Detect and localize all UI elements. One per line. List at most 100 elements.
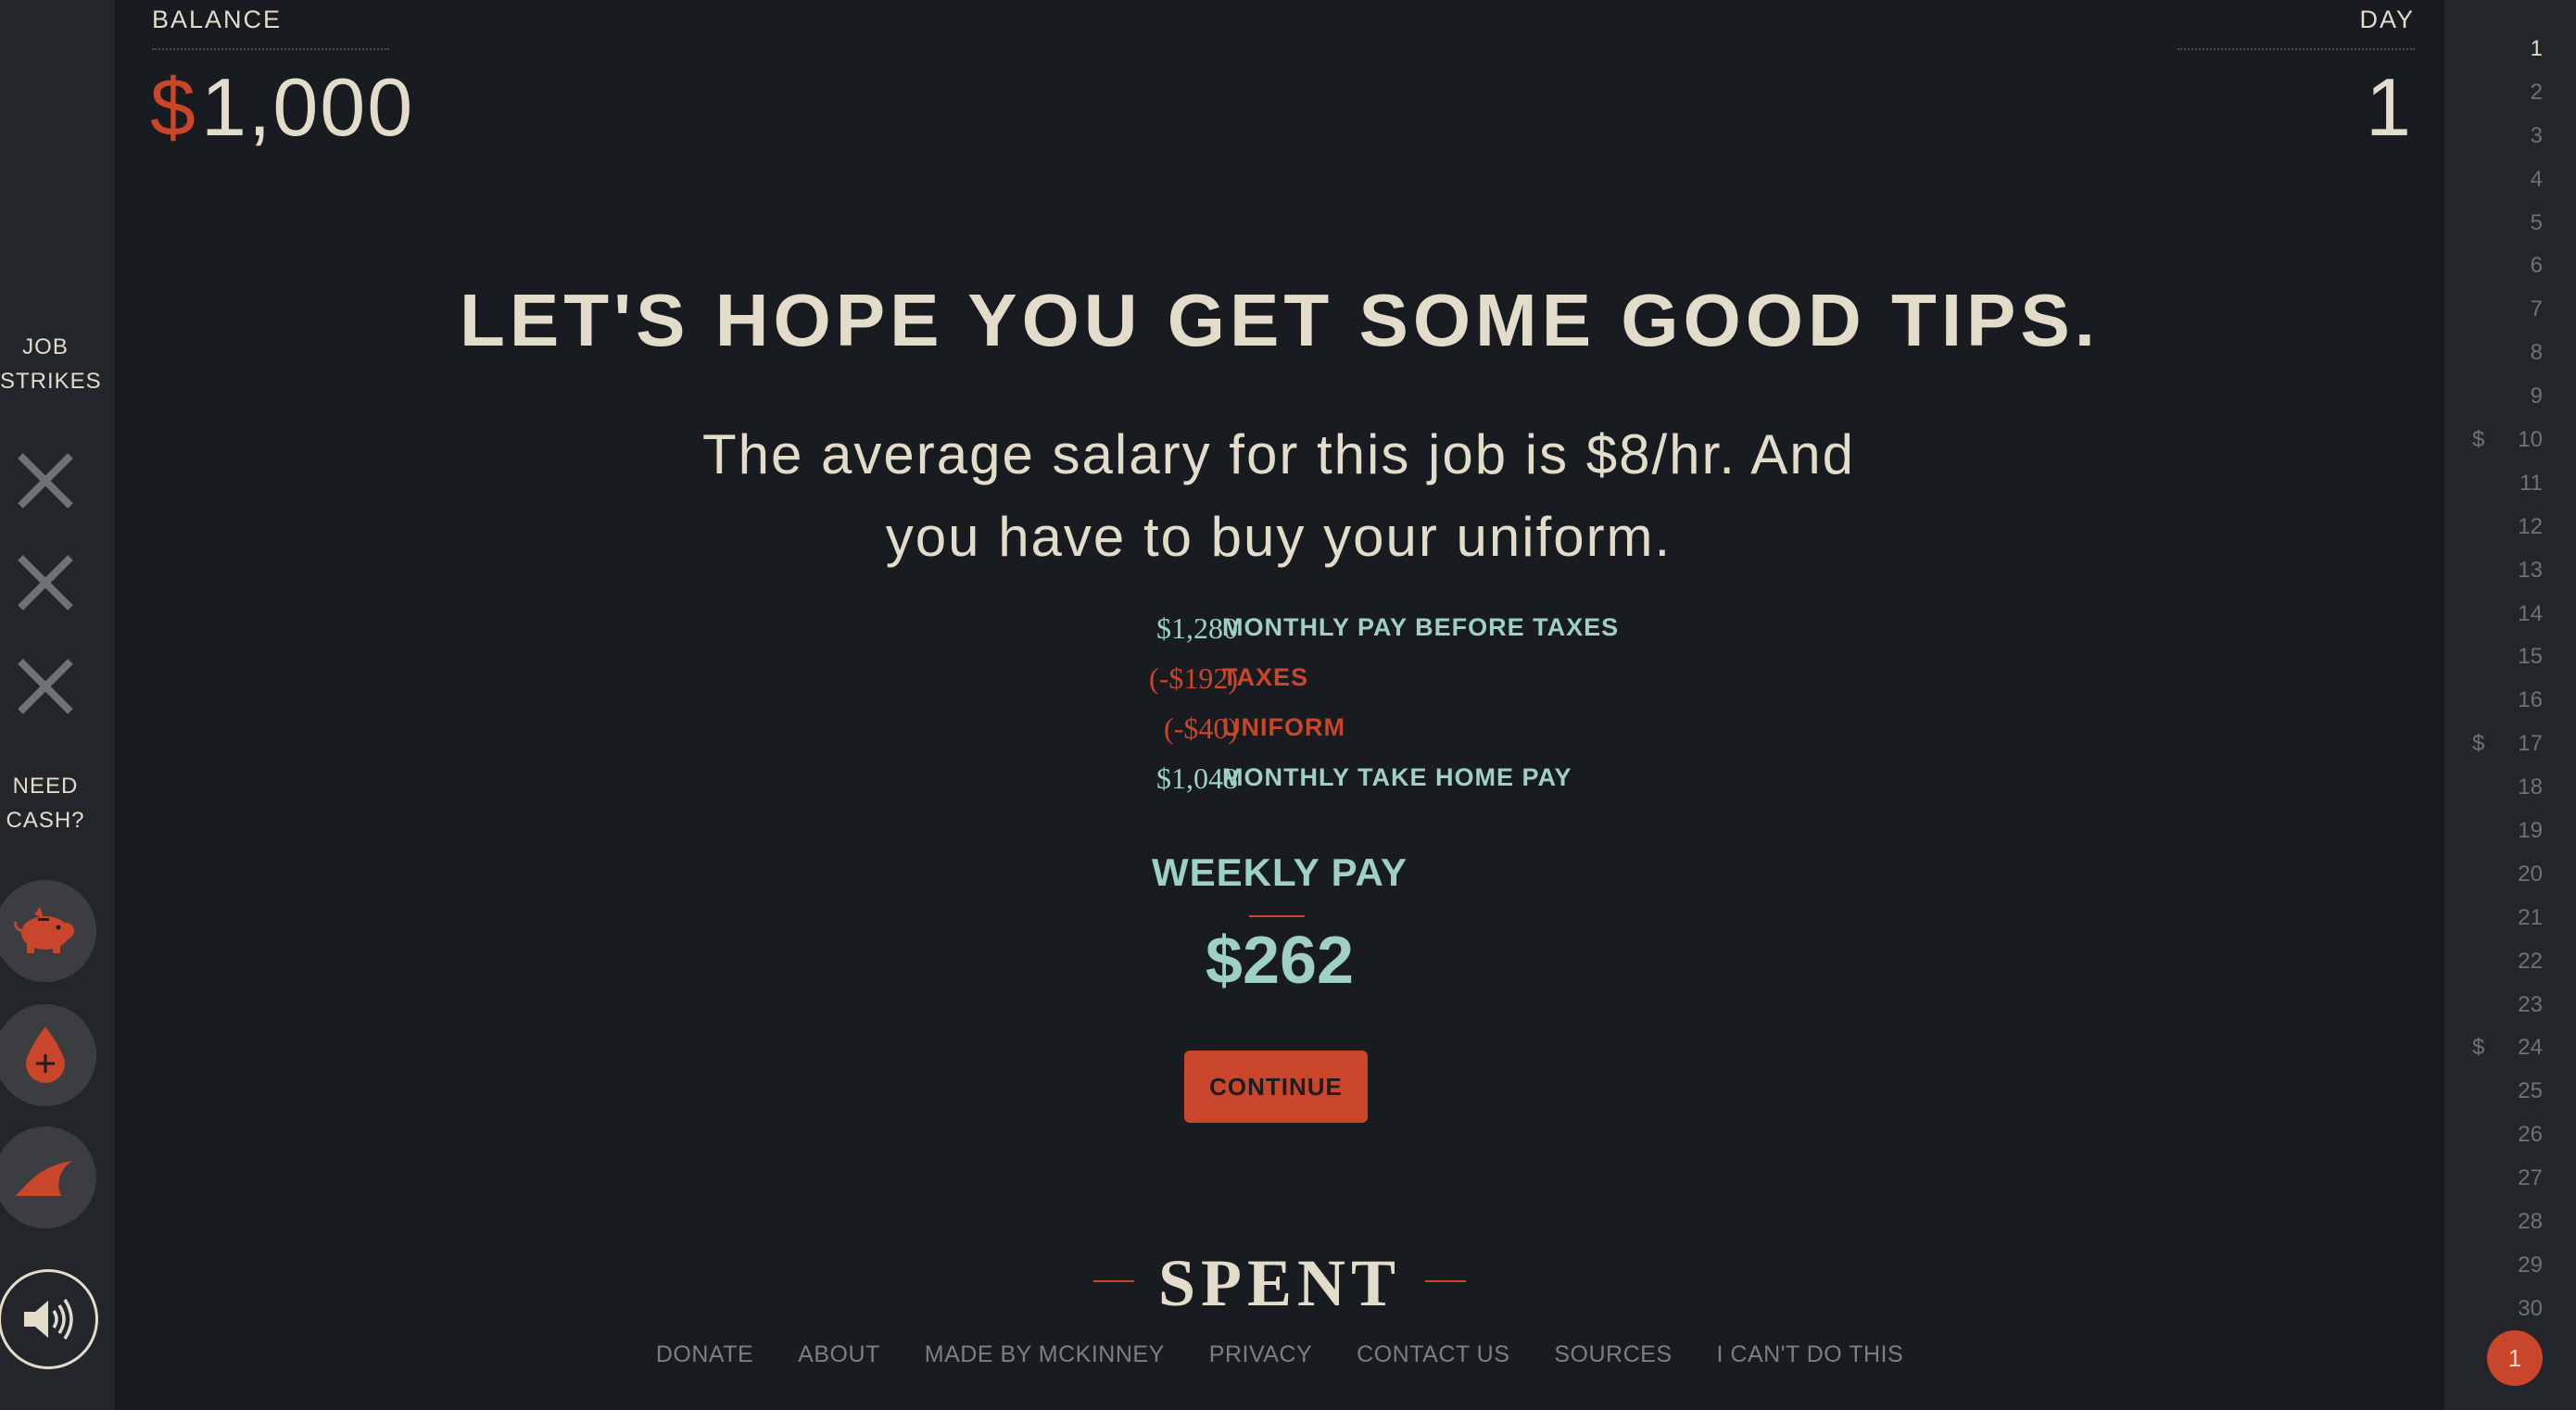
day-number: 16 bbox=[2518, 687, 2543, 713]
day-item: 5 bbox=[2444, 202, 2576, 245]
ledger-label: MONTHLY TAKE HOME PAY bbox=[1222, 763, 1572, 791]
day-item: $17 bbox=[2444, 723, 2576, 766]
balance-label: BALANCE bbox=[152, 6, 283, 33]
day-item: 1 bbox=[2444, 28, 2576, 71]
day-number: 15 bbox=[2518, 644, 2543, 670]
footer-link-donate[interactable]: DONATE bbox=[656, 1341, 753, 1368]
day-number: 9 bbox=[2530, 384, 2543, 409]
balance-currency: $ bbox=[150, 61, 197, 153]
salary-description: The average salary for this job is $8/hr… bbox=[702, 423, 1855, 568]
day-number: 18 bbox=[2518, 774, 2543, 800]
ledger-label: MONTHLY PAY BEFORE TAXES bbox=[1222, 613, 1620, 641]
day-item: 2 bbox=[2444, 71, 2576, 115]
day-item: 23 bbox=[2444, 984, 2576, 1027]
payday-marker: $ bbox=[2472, 1035, 2485, 1061]
day-item: 6 bbox=[2444, 245, 2576, 288]
day-item: 20 bbox=[2444, 853, 2576, 897]
ledger-row: (-$40) UNIFORM bbox=[982, 708, 1724, 758]
day-number: 8 bbox=[2530, 340, 2543, 366]
x-icon bbox=[18, 555, 73, 611]
day-number: 5 bbox=[2530, 209, 2543, 235]
day-number: 7 bbox=[2530, 296, 2543, 322]
day-number: 25 bbox=[2518, 1078, 2543, 1104]
weekly-pay-divider bbox=[1249, 915, 1305, 917]
day-item: 3 bbox=[2444, 115, 2576, 158]
day-divider bbox=[2178, 48, 2415, 50]
footer-link-made-by[interactable]: MADE BY MCKINNEY bbox=[925, 1341, 1165, 1368]
weekly-pay-value: $262 bbox=[1205, 924, 1355, 998]
balance-divider bbox=[152, 48, 389, 50]
footer-link-contact[interactable]: CONTACT US bbox=[1357, 1341, 1509, 1368]
day-number: 17 bbox=[2518, 731, 2543, 757]
need-cash-label: NEED CASH? bbox=[6, 774, 85, 833]
day-number: 12 bbox=[2518, 513, 2543, 539]
footer-link-privacy[interactable]: PRIVACY bbox=[1209, 1341, 1312, 1368]
day-number: 23 bbox=[2518, 991, 2543, 1017]
day-tracker: 1 2 3 4 5 6 7 8 9 $10 11 12 13 14 15 16 $17 18 19 20 21 22 23 $… bbox=[2444, 0, 2576, 1410]
day-item: 4 bbox=[2444, 158, 2576, 202]
blood-drop-plus-icon bbox=[26, 1026, 65, 1083]
day-number: 27 bbox=[2518, 1165, 2543, 1191]
ledger-amount: (-$192) bbox=[1149, 661, 1238, 695]
balance-amount: 1,000 bbox=[200, 61, 415, 153]
current-day-badge: 1 bbox=[2487, 1330, 2543, 1386]
day-list: 1 2 3 4 5 6 7 8 9 $10 11 12 13 14 15 16 $17 18 19 20 21 22 23 $… bbox=[2444, 28, 2576, 1331]
ledger-label: TAXES bbox=[1222, 663, 1309, 691]
ledger-row: (-$192) TAXES bbox=[982, 658, 1724, 708]
day-item: 29 bbox=[2444, 1244, 2576, 1288]
footer-link-about[interactable]: ABOUT bbox=[798, 1341, 880, 1368]
day-number: 14 bbox=[2518, 600, 2543, 626]
day-number: 20 bbox=[2518, 861, 2543, 887]
day-item: $24 bbox=[2444, 1026, 2576, 1070]
day-item: 28 bbox=[2444, 1201, 2576, 1244]
day-item: 16 bbox=[2444, 679, 2576, 723]
day-item: $10 bbox=[2444, 419, 2576, 462]
day-item: 30 bbox=[2444, 1288, 2576, 1331]
footer-link-sources[interactable]: SOURCES bbox=[1554, 1341, 1672, 1368]
day-item: 9 bbox=[2444, 375, 2576, 419]
day-item: 14 bbox=[2444, 593, 2576, 636]
payday-marker: $ bbox=[2472, 731, 2485, 757]
day-number: 26 bbox=[2518, 1122, 2543, 1148]
day-number: 29 bbox=[2518, 1252, 2543, 1278]
pay-breakdown: $1,280 MONTHLY PAY BEFORE TAXES (-$192) … bbox=[982, 608, 1724, 808]
continue-button[interactable]: CONTINUE bbox=[1184, 1051, 1368, 1123]
loan-shark-button[interactable] bbox=[0, 1127, 96, 1228]
day-item: 7 bbox=[2444, 288, 2576, 332]
ledger-row: $1,048 MONTHLY TAKE HOME PAY bbox=[982, 758, 1724, 808]
spent-logo: SPENT bbox=[1093, 1246, 1466, 1320]
day-number: 19 bbox=[2518, 818, 2543, 844]
day-item: 25 bbox=[2444, 1070, 2576, 1114]
day-number: 13 bbox=[2518, 557, 2543, 583]
day-number: 3 bbox=[2530, 122, 2543, 148]
day-number: 24 bbox=[2518, 1035, 2543, 1061]
ledger-label: UNIFORM bbox=[1222, 713, 1345, 741]
day-item: 8 bbox=[2444, 332, 2576, 375]
day-item: 27 bbox=[2444, 1157, 2576, 1201]
ledger-amount: $1,280 bbox=[1156, 611, 1238, 645]
day-item: 11 bbox=[2444, 462, 2576, 506]
job-strikes-label: JOB STRIKES bbox=[0, 334, 102, 394]
piggy-bank-icon bbox=[14, 907, 74, 953]
day-number: 22 bbox=[2518, 948, 2543, 974]
day-item: 19 bbox=[2444, 810, 2576, 853]
day-item: 18 bbox=[2444, 766, 2576, 810]
ledger-amount: (-$40) bbox=[1164, 711, 1238, 745]
day-item: 12 bbox=[2444, 506, 2576, 549]
donate-blood-button[interactable] bbox=[0, 1004, 96, 1106]
piggy-bank-button[interactable] bbox=[0, 880, 96, 982]
footer-link-quit[interactable]: I CAN'T DO THIS bbox=[1717, 1341, 1904, 1368]
day-label: DAY bbox=[2359, 6, 2415, 33]
day-value: 1 bbox=[2366, 61, 2411, 153]
sound-toggle-button[interactable] bbox=[0, 1269, 98, 1369]
logo-text: SPENT bbox=[1157, 1246, 1402, 1320]
day-number: 28 bbox=[2518, 1209, 2543, 1235]
ledger-row: $1,280 MONTHLY PAY BEFORE TAXES bbox=[982, 608, 1724, 658]
shark-fin-icon bbox=[15, 1161, 72, 1196]
day-item: 13 bbox=[2444, 549, 2576, 593]
weekly-pay-label: WEEKLY PAY bbox=[1151, 850, 1408, 894]
day-item: 22 bbox=[2444, 940, 2576, 984]
x-icon bbox=[18, 453, 73, 509]
payday-marker: $ bbox=[2472, 427, 2485, 453]
ledger-amount: $1,048 bbox=[1156, 762, 1238, 795]
